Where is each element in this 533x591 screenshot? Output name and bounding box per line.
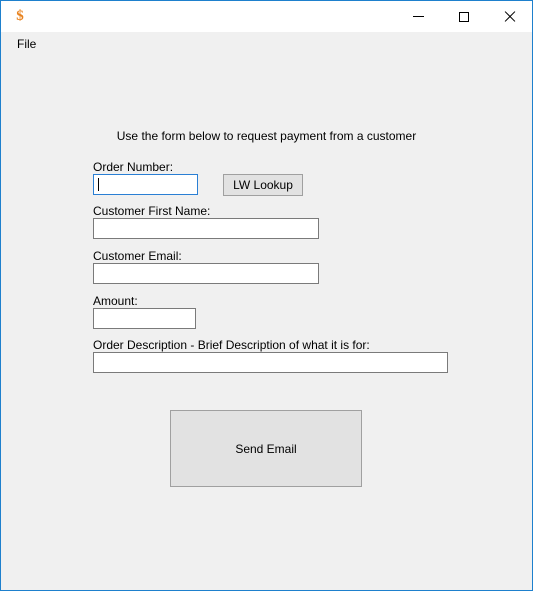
lw-lookup-button[interactable]: LW Lookup (223, 174, 303, 196)
customer-first-name-input[interactable] (93, 218, 319, 239)
customer-email-input[interactable] (93, 263, 319, 284)
amount-label: Amount: (93, 294, 138, 308)
form-instruction-text: Use the form below to request payment fr… (116, 129, 417, 143)
order-description-label: Order Description - Brief Description of… (93, 338, 370, 352)
order-description-input[interactable] (93, 352, 448, 373)
close-button[interactable] (486, 1, 532, 32)
application-window: $ File Use the form below to request pay… (0, 0, 533, 591)
text-caret (98, 178, 99, 191)
dollar-sign-icon: $ (16, 8, 24, 24)
window-controls (396, 1, 532, 32)
customer-email-label: Customer Email: (93, 249, 182, 263)
close-icon (503, 11, 515, 23)
customer-first-name-label: Customer First Name: (93, 204, 211, 218)
amount-input[interactable] (93, 308, 196, 329)
maximize-icon (458, 11, 469, 22)
order-number-label: Order Number: (93, 160, 174, 174)
send-email-button[interactable]: Send Email (170, 410, 362, 487)
menu-item-file[interactable]: File (9, 35, 44, 53)
title-bar: $ (1, 1, 532, 32)
form-panel: Use the form below to request payment fr… (1, 56, 532, 590)
order-number-input[interactable] (93, 174, 198, 195)
menu-bar: File (1, 32, 532, 56)
minimize-icon (413, 16, 424, 17)
minimize-button[interactable] (396, 1, 441, 32)
maximize-button[interactable] (441, 1, 486, 32)
